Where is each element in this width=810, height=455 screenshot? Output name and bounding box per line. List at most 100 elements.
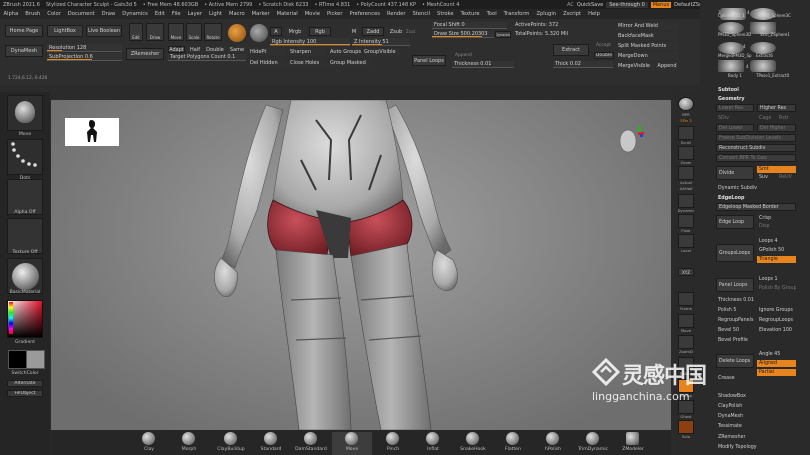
reconstruct-subdiv-button[interactable]: Reconstruct Subdiv <box>716 144 796 152</box>
delete-loops-button[interactable]: Delete Loops <box>716 354 754 368</box>
brush-standard[interactable]: Standard <box>251 432 291 455</box>
dots-stroke-tile[interactable] <box>7 139 43 175</box>
zremesher-button[interactable]: ZRemesher <box>126 48 164 60</box>
triangle-toggle[interactable]: Triangle <box>757 256 796 263</box>
polish-slider[interactable]: Polish 5 <box>716 306 754 314</box>
brush-flatten[interactable]: Flatten <box>493 432 533 455</box>
alpha-sphere-icon[interactable] <box>250 24 268 42</box>
thickness-slider[interactable]: Thickness 0.01 <box>452 61 514 68</box>
menu-brush[interactable]: Brush <box>22 11 44 17</box>
zoom-button[interactable] <box>678 146 694 160</box>
panel-loops-button[interactable]: Panel Loops <box>716 278 754 292</box>
extract-button[interactable]: Extract <box>553 44 589 56</box>
local-button[interactable] <box>678 234 694 248</box>
hidept-button[interactable]: HidePt <box>250 48 286 56</box>
mirror-and-weld-button[interactable]: Mirror And Weld <box>618 22 678 30</box>
move-brush-tile[interactable] <box>7 95 43 131</box>
loops-count-slider[interactable]: Loops 1 <box>757 276 796 283</box>
edgeloop-masked-border-button[interactable]: Edgeloop Masked Border <box>716 203 796 211</box>
quicksave-button[interactable]: QuickSave <box>577 2 603 8</box>
menu-preferences[interactable]: Preferences <box>346 11 384 17</box>
menu-material[interactable]: Material <box>273 11 301 17</box>
tessimate-header[interactable]: Tessimate <box>716 422 796 430</box>
viewport-canvas[interactable] <box>51 100 671 430</box>
zoomd-button[interactable] <box>678 335 694 349</box>
home-page-button[interactable]: Home Page <box>5 25 43 37</box>
polish-by-groups-toggle[interactable]: Polish By Groups <box>757 285 796 292</box>
menu-transform[interactable]: Transform <box>500 11 533 17</box>
split-masked-points-button[interactable]: Split Masked Points <box>618 42 678 50</box>
sdiv-slider[interactable]: SDiv <box>716 114 754 122</box>
double-button[interactable]: Double <box>205 46 225 53</box>
menu-marker[interactable]: Marker <box>248 11 273 17</box>
menu-layer[interactable]: Layer <box>184 11 205 17</box>
move-mode-button[interactable]: Move <box>168 23 184 41</box>
grouploops-button[interactable]: GroupsLoops <box>716 244 754 262</box>
dynamic-button[interactable]: Dynamic <box>495 31 511 38</box>
lower-res-button[interactable]: Lower Res <box>716 104 754 112</box>
menu-render[interactable]: Render <box>384 11 409 17</box>
thickness-slider[interactable]: Thickness 0.01 <box>716 296 796 304</box>
cage-button[interactable]: Cage <box>757 114 775 122</box>
draw-size-slider[interactable]: Draw Size 500.20303 <box>432 31 494 38</box>
sharpen-button[interactable]: Sharpen <box>290 48 326 56</box>
floor-button[interactable] <box>678 214 694 228</box>
bevel-profile-header[interactable]: Bevel Profile <box>716 336 796 344</box>
thick-slider[interactable]: Thick 0.02 <box>553 61 613 68</box>
a-button[interactable]: A <box>270 27 282 36</box>
brush-inflat[interactable]: Inflat <box>413 432 453 455</box>
rotate-button[interactable]: Rotate <box>204 23 222 41</box>
menu-light[interactable]: Light <box>206 11 226 17</box>
subtool-thumb-icon[interactable] <box>718 60 744 72</box>
claypolish-header[interactable]: ClayPolish <box>716 402 796 410</box>
del-lower-button[interactable]: Del Lower <box>716 124 754 132</box>
regroup-loops-toggle[interactable]: RegroupLoops <box>757 316 796 324</box>
menu-picker[interactable]: Picker <box>324 11 346 17</box>
m-button[interactable]: M <box>349 27 359 36</box>
freeze-subdiv-button[interactable]: Freeze SubDivision Levels <box>716 134 796 142</box>
loops-slider[interactable]: Loops 4 <box>757 238 796 245</box>
menu-edit[interactable]: Edit <box>151 11 168 17</box>
menu-macro[interactable]: Macro <box>225 11 248 17</box>
xyz-button[interactable]: XYZ <box>678 268 694 276</box>
brush-damstandard[interactable]: DamStandard <box>291 432 331 455</box>
target-polygons-slider[interactable]: Target Polygons Count 0.1 <box>168 54 246 61</box>
menu-zplugin[interactable]: Zplugin <box>533 11 560 17</box>
switch-color-button[interactable]: SwitchColor <box>0 371 50 376</box>
dynamesh-header[interactable]: DynaMesh <box>716 412 796 420</box>
auto-groups-button[interactable]: Auto Groups <box>330 48 362 56</box>
spix-slider[interactable]: SPix 3 <box>674 118 698 123</box>
del-hidden-button[interactable]: Del Hidden <box>250 59 286 67</box>
brush-clay[interactable]: Clay <box>129 432 169 455</box>
zsub-button[interactable]: Zsub <box>387 27 405 36</box>
scale-button[interactable]: Scale <box>186 23 202 41</box>
crisp-toggle[interactable]: Crisp <box>757 215 796 222</box>
persp-button[interactable] <box>678 194 694 208</box>
rgb-button[interactable]: Rgb <box>309 27 331 36</box>
edge-loop-button[interactable]: Edge Loop <box>716 215 754 229</box>
same-button[interactable]: Same <box>228 46 246 53</box>
double-extract-button[interactable]: Double <box>594 52 614 59</box>
live-boolean-button[interactable]: Live Boolean <box>86 25 122 37</box>
backface-mask-button[interactable]: BackfaceMask <box>618 32 678 40</box>
modify-topology-header[interactable]: Modify Topology <box>716 443 796 451</box>
edit-button[interactable]: Edit <box>129 23 143 41</box>
fill-object-button[interactable]: FillObject <box>7 390 43 397</box>
menu-dynamics[interactable]: Dynamics <box>119 11 152 17</box>
suv-toggle[interactable]: Suv <box>757 174 775 181</box>
hue-strip[interactable] <box>9 302 13 334</box>
subprojection-slider[interactable]: SubProjection 0.6 <box>47 53 122 61</box>
main-color-swatch[interactable] <box>8 350 27 369</box>
append-subtool-button[interactable]: Append <box>656 62 678 70</box>
accept-label[interactable]: Accept <box>596 43 611 48</box>
group-masked-button[interactable]: Group Masked <box>330 59 370 67</box>
draw-button[interactable]: Draw <box>146 23 164 41</box>
scroll-button[interactable] <box>678 126 694 140</box>
rstr-button[interactable]: Rstr <box>777 114 795 122</box>
see-through-slider[interactable]: See-through 0 <box>606 1 648 8</box>
brush-hpolish[interactable]: hPolish <box>533 432 573 455</box>
texture-tile[interactable] <box>7 218 43 254</box>
edgeloop-header[interactable]: EdgeLoop <box>716 194 796 202</box>
bevel-slider[interactable]: Bevel 50 <box>716 326 754 334</box>
brush-snakehook[interactable]: SnakeHook <box>453 432 493 455</box>
